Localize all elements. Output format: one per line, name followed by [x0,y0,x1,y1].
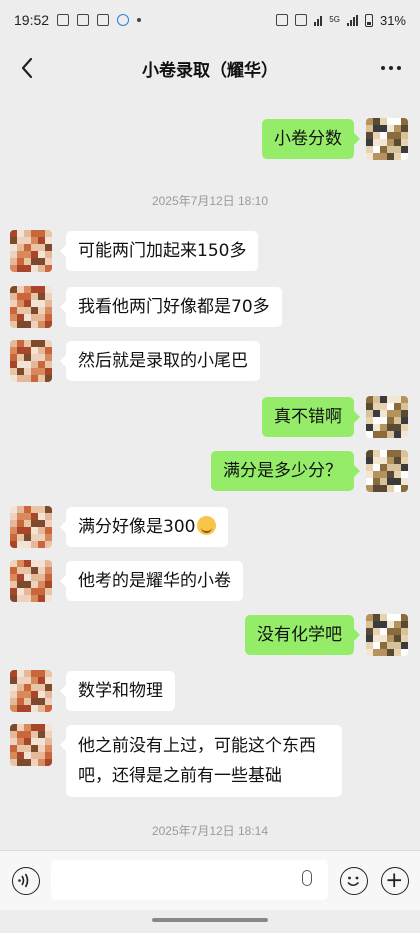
my-avatar[interactable] [366,118,408,160]
message-notification-icon [57,14,70,26]
contact-avatar[interactable] [10,724,52,766]
home-indicator[interactable] [152,918,268,922]
message-bubble[interactable]: 满分是多少分？ [211,451,360,491]
message-bubble[interactable]: 他之前没有上过，可能这个东西吧，还得是之前有一些基础 [60,725,342,797]
voice-icon[interactable] [12,867,40,895]
chat-header: 小卷录取（耀华） [0,40,420,96]
message-list[interactable]: 小卷分数 2025年7月12日 18:10 可能两门加起来150多 我看他两门好… [0,96,420,850]
message-bubble[interactable]: 数学和物理 [60,671,175,711]
message-bubble[interactable]: 可能两门加起来150多 [59,231,259,271]
nfc-icon [276,14,289,26]
message-bubble[interactable]: 没有化学吧 [245,615,360,655]
message-bubble[interactable]: 我看他两门好像都是70多 [60,287,282,327]
chevron-left-icon[interactable] [14,54,42,82]
vibrate-icon [295,14,308,26]
wifi-icon [314,15,323,26]
my-avatar[interactable] [366,450,408,492]
message-text: 满分好像是300 [78,517,196,537]
chat-title: 小卷录取（耀华） [142,60,278,81]
app-notification-icon [117,14,130,26]
status-bar: 19:52 5G 31% [0,0,420,40]
message-timestamp: 2025年7月12日 18:14 [151,824,269,838]
signal-icon [346,14,358,26]
status-time: 19:52 [14,12,50,28]
contact-avatar[interactable] [10,230,52,272]
contact-avatar[interactable] [10,506,52,548]
input-bar [0,850,420,910]
network-type-label: 5G [329,15,340,24]
message-bubble[interactable]: 满分好像是300 [59,507,229,547]
message-bubble[interactable]: 小卷分数 [262,119,360,159]
laughing-face-emoji-icon [197,516,217,535]
contact-avatar[interactable] [10,286,52,328]
message-timestamp: 2025年7月12日 18:10 [151,194,269,208]
more-notifications-icon [137,18,142,22]
message-bubble[interactable]: 他考的是耀华的小卷 [60,561,243,601]
message-input[interactable] [51,860,328,900]
battery-percent: 31% [379,12,406,28]
message-bubble[interactable]: 真不错啊 [262,397,360,437]
more-dots-icon[interactable] [376,54,406,82]
chat-notification-icon [77,14,90,26]
phone-notification-icon [97,14,110,26]
my-avatar[interactable] [366,614,408,656]
my-avatar[interactable] [366,396,408,438]
contact-avatar[interactable] [10,560,52,602]
battery-icon [364,13,373,27]
contact-avatar[interactable] [10,340,52,382]
contact-avatar[interactable] [10,670,52,712]
message-bubble[interactable]: 然后就是录取的小尾巴 [60,341,260,381]
emoji-icon[interactable] [340,867,368,895]
mic-icon[interactable] [302,870,312,886]
plus-icon[interactable] [381,867,409,895]
